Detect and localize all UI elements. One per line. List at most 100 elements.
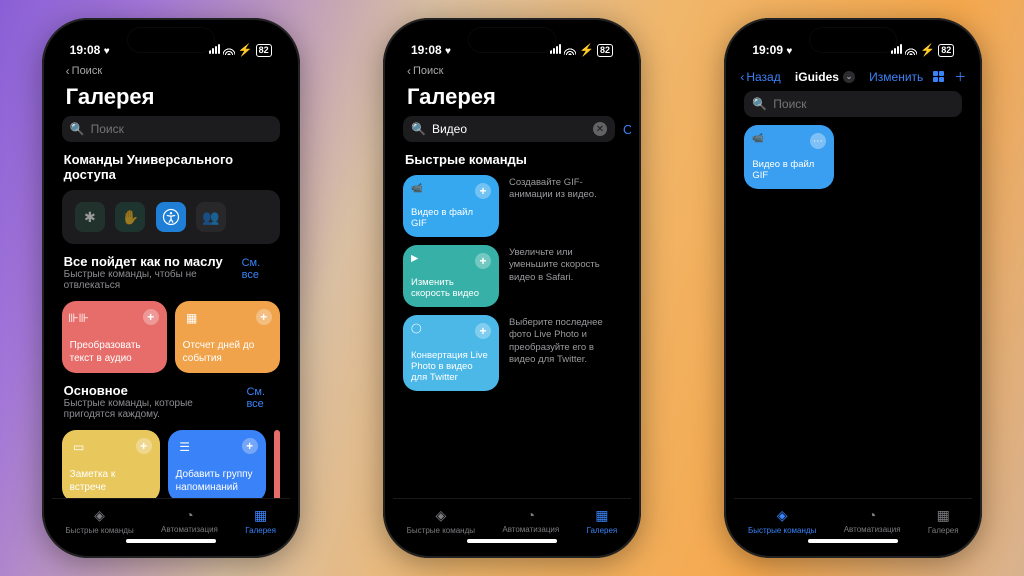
section-smooth-title: Все пойдет как по маслу [64, 254, 242, 269]
tab-label: Быстрые команды [407, 526, 475, 535]
search-icon: 🔍 [70, 122, 85, 136]
result-description: Выберите последнее фото Live Photo и пре… [509, 315, 621, 366]
clear-icon[interactable]: ✕ [593, 122, 607, 136]
page-title: Галерея [403, 80, 621, 116]
tab-shortcuts[interactable]: ◈Быстрые команды [65, 507, 133, 535]
plus-icon[interactable]: + [136, 438, 152, 454]
stack-icon: ◈ [94, 507, 105, 524]
chevron-down-icon: ⌄ [843, 71, 855, 83]
tab-label: Галерея [245, 526, 276, 535]
edit-button[interactable]: Изменить [869, 70, 923, 84]
see-all-link-2[interactable]: См. все [246, 386, 277, 410]
folder-title[interactable]: iGuides ⌄ [795, 70, 855, 84]
stack-icon: ◈ [435, 507, 446, 524]
hand-icon[interactable]: ✋ [115, 202, 145, 232]
result-change-speed[interactable]: ▶ + Изменить скорость видео [403, 245, 499, 307]
result-video-to-gif[interactable]: 📹+ Видео в файл GIF [403, 175, 499, 237]
phone-folder: 19:09 ♥ ⚡ 82 ‹Назад iGuides⌄ Изменить ＋ … [724, 18, 982, 558]
play-icon: ▶ [411, 253, 418, 269]
clock-icon: ◔ [185, 507, 193, 523]
tab-automation[interactable]: ◔ Автоматизация [502, 507, 559, 534]
people-icon[interactable]: 👥 [196, 202, 226, 232]
plus-icon[interactable]: + [256, 309, 272, 325]
see-all-link-1[interactable]: См. все [242, 257, 278, 281]
search-icon: 🔍 [752, 97, 767, 111]
grid-icon: ▦ [254, 507, 267, 524]
card-countdown[interactable]: ▦+ Отсчет дней до события [175, 301, 280, 373]
peek-next-card[interactable] [274, 430, 280, 498]
dynamic-island [469, 28, 555, 52]
tab-gallery[interactable]: ▦ Галерея [245, 507, 276, 535]
tab-label: Галерея [928, 526, 959, 535]
heart-icon: ♥ [786, 46, 792, 57]
result-livephoto-twitter[interactable]: ◯+ Конвертация Live Photo в видео для Tw… [403, 315, 499, 391]
search-input[interactable] [773, 97, 954, 111]
plus-icon[interactable]: + [475, 323, 491, 339]
accessibility-icon[interactable] [156, 202, 186, 232]
back-label: Поиск [413, 65, 443, 77]
plus-icon[interactable]: + [475, 183, 491, 199]
wifi-icon [905, 46, 917, 55]
chevron-left-icon: ‹ [740, 70, 744, 84]
plus-icon[interactable]: + [143, 309, 159, 325]
tab-label: Автоматизация [502, 525, 559, 534]
tab-automation[interactable]: ◔Автоматизация [161, 507, 218, 534]
card-reminder-group[interactable]: ☰ + Добавить группу напоминаний [168, 430, 266, 498]
tab-label: Быстрые команды [748, 526, 816, 535]
tab-gallery[interactable]: ▦Галерея [587, 507, 618, 535]
heart-icon: ♥ [104, 46, 110, 57]
card-label: Заметка к встрече [70, 469, 152, 494]
add-button[interactable]: ＋ [954, 68, 966, 85]
nav-back[interactable]: ‹Назад [740, 70, 780, 84]
search-icon: 🔍 [411, 122, 426, 136]
section-essentials-title: Основное [64, 383, 247, 398]
tab-shortcuts[interactable]: ◈ Быстрые команды [407, 507, 475, 535]
tab-shortcuts[interactable]: ◈ Быстрые команды [748, 507, 816, 535]
battery-level: 82 [938, 44, 954, 57]
clock-icon: ◔ [527, 507, 535, 523]
dynamic-island [128, 28, 214, 52]
search-field[interactable]: 🔍 [744, 91, 962, 117]
heart-icon: ♥ [445, 46, 451, 57]
card-label: Отсчет дней до события [183, 340, 272, 365]
empty-icon[interactable] [236, 202, 266, 232]
clock-icon: ◔ [868, 507, 876, 523]
result-label: Изменить скорость видео [411, 277, 491, 299]
search-field[interactable]: 🔍 ✕ [403, 116, 615, 142]
dynamic-island [810, 28, 896, 52]
result-label: Конвертация Live Photo в видео для Twitt… [411, 350, 491, 383]
card-label: Добавить группу напоминаний [176, 469, 258, 494]
shortcut-tile-video-to-gif[interactable]: 📹⋯ Видео в файл GIF [744, 125, 834, 189]
back-link[interactable]: ‹Поиск [52, 64, 290, 80]
snow-icon[interactable]: ✱ [75, 202, 105, 232]
page-title: Галерея [62, 80, 280, 116]
search-field[interactable]: 🔍 [62, 116, 280, 142]
search-input[interactable] [432, 122, 587, 136]
card-text-to-audio[interactable]: ⊪⊪ + Преобразовать текст в аудио [62, 301, 167, 373]
battery-level: 82 [256, 44, 272, 57]
waveform-icon: ⊪⊪ [70, 309, 88, 327]
chevron-left-icon: ‹ [66, 64, 70, 78]
card-meeting-note[interactable]: ▭ + Заметка к встрече [62, 430, 160, 498]
back-link[interactable]: ‹Поиск [393, 64, 631, 80]
back-label: Поиск [72, 65, 102, 77]
home-indicator[interactable] [467, 539, 557, 543]
search-input[interactable] [91, 122, 272, 136]
grid-view-icon[interactable] [933, 71, 944, 82]
stack-icon: ◈ [777, 507, 788, 524]
folder-name: iGuides [795, 70, 839, 84]
list-icon: ☰ [176, 438, 194, 456]
plus-icon[interactable]: + [242, 438, 258, 454]
tab-automation[interactable]: ◔Автоматизация [844, 507, 901, 534]
more-icon[interactable]: ⋯ [810, 133, 826, 149]
note-icon: ▭ [70, 438, 88, 456]
home-indicator[interactable] [808, 539, 898, 543]
cancel-button[interactable]: Отменить [623, 122, 631, 137]
section-essentials-sub: Быстрые команды, которые пригодятся кажд… [64, 398, 247, 420]
tab-gallery[interactable]: ▦Галерея [928, 507, 959, 535]
home-indicator[interactable] [126, 539, 216, 543]
plus-icon[interactable]: + [475, 253, 491, 269]
card-label: Преобразовать текст в аудио [70, 340, 159, 365]
accessibility-icons-row[interactable]: ✱ ✋ 👥 [62, 190, 280, 244]
phone-search-results: 19:08 ♥ ⚡ 82 ‹Поиск Галерея 🔍 ✕ Отменить… [383, 18, 641, 558]
